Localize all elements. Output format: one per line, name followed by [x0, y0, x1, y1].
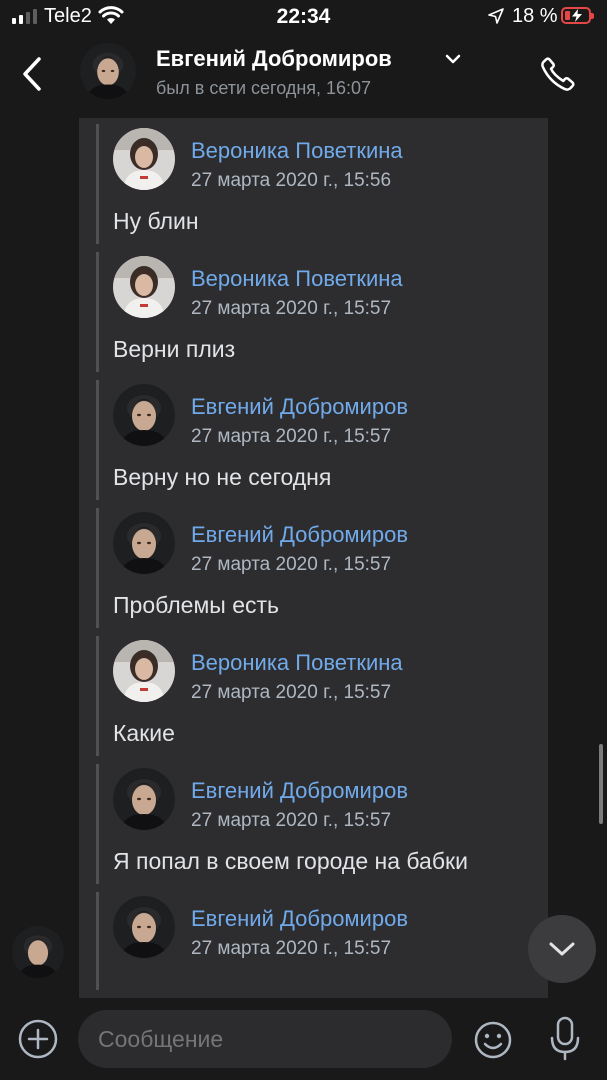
message-input[interactable] — [78, 1010, 452, 1068]
avatar[interactable] — [12, 926, 64, 978]
forwarded-message[interactable]: Евгений Добромиров 27 марта 2020 г., 15:5… — [96, 764, 548, 884]
message-header: Евгений Добромиров 27 марта 2020 г., 15:5… — [113, 380, 548, 448]
avatar[interactable] — [113, 512, 175, 574]
online-status: был в сети сегодня, 16:07 — [156, 78, 372, 98]
message-text: Верну но не сегодня — [113, 464, 332, 490]
forwarded-messages[interactable]: Вероника Поветкина 27 марта 2020 г., 15:5… — [79, 118, 548, 998]
battery-icon — [561, 7, 594, 24]
avatar[interactable] — [113, 896, 175, 958]
avatar[interactable] — [113, 768, 175, 830]
message-header: Вероника Поветкина 27 марта 2020 г., 15:5… — [113, 124, 548, 192]
forwarded-message[interactable]: Евгений Добромиров 27 марта 2020 г., 15:5… — [96, 380, 548, 500]
author-link[interactable]: Евгений Добромиров — [191, 778, 408, 804]
message-text: Проблемы есть — [113, 592, 280, 618]
avatar[interactable] — [80, 43, 136, 99]
back-button[interactable] — [12, 54, 52, 94]
message-date: 27 марта 2020 г., 15:57 — [191, 298, 392, 319]
smile-icon — [474, 1021, 512, 1059]
call-button[interactable] — [536, 52, 580, 96]
message-header: Евгений Добромиров 27 марта 2020 г., 15:5… — [113, 764, 548, 832]
message-date: 27 марта 2020 г., 15:57 — [191, 938, 392, 959]
forwarded-message[interactable]: Вероника Поветкина 27 марта 2020 г., 15:5… — [96, 636, 548, 756]
mic-icon — [550, 1016, 580, 1061]
avatar[interactable] — [113, 384, 175, 446]
message-date: 27 марта 2020 г., 15:57 — [191, 810, 392, 831]
attach-button[interactable] — [17, 1018, 59, 1060]
message-header: Вероника Поветкина 27 марта 2020 г., 15:5… — [113, 252, 548, 320]
forwarded-message[interactable]: Евгений Добромиров 27 марта 2020 г., 15:5… — [96, 892, 548, 990]
message-date: 27 марта 2020 г., 15:57 — [191, 554, 392, 575]
chat-title[interactable]: Евгений Добромиров — [156, 46, 392, 72]
author-link[interactable]: Евгений Добромиров — [191, 906, 408, 932]
author-link[interactable]: Вероника Поветкина — [191, 650, 403, 676]
message-text: Ну блин — [113, 208, 199, 234]
arrow-down-icon — [549, 942, 575, 956]
author-link[interactable]: Вероника Поветкина — [191, 266, 403, 292]
location-arrow-icon — [488, 8, 504, 29]
avatar[interactable] — [113, 640, 175, 702]
message-date: 27 марта 2020 г., 15:57 — [191, 682, 392, 703]
author-link[interactable]: Вероника Поветкина — [191, 138, 403, 164]
battery-percent: 18 % — [512, 5, 558, 27]
composer — [0, 1008, 607, 1080]
message-list[interactable]: Вероника Поветкина 27 марта 2020 г., 15:5… — [0, 114, 607, 1010]
voice-message-button[interactable] — [549, 1016, 581, 1062]
message-text: Верни плиз — [113, 336, 236, 362]
emoji-button[interactable] — [473, 1020, 513, 1060]
back-icon — [23, 57, 41, 91]
forwarded-message[interactable]: Вероника Поветкина 27 марта 2020 г., 15:5… — [96, 252, 548, 372]
phone-icon — [541, 57, 575, 91]
forwarded-message[interactable]: Вероника Поветкина 27 марта 2020 г., 15:5… — [96, 124, 548, 244]
scroll-down-button[interactable] — [528, 915, 596, 983]
forwarded-message[interactable]: Евгений Добромиров 27 марта 2020 г., 15:5… — [96, 508, 548, 628]
author-link[interactable]: Евгений Добромиров — [191, 394, 408, 420]
message-header: Вероника Поветкина 27 марта 2020 г., 15:5… — [113, 636, 548, 704]
avatar[interactable] — [113, 128, 175, 190]
chat-header: Евгений Добромиров был в сети сегодня, 1… — [0, 34, 607, 114]
avatar[interactable] — [113, 256, 175, 318]
plus-icon — [18, 1019, 58, 1059]
author-link[interactable]: Евгений Добромиров — [191, 522, 408, 548]
message-text: Какие — [113, 720, 175, 746]
status-bar: Tele2 22:34 18 % — [0, 0, 607, 34]
message-date: 27 марта 2020 г., 15:57 — [191, 426, 392, 447]
message-date: 27 марта 2020 г., 15:56 — [191, 170, 392, 191]
message-header: Евгений Добромиров 27 марта 2020 г., 15:5… — [113, 892, 548, 960]
message-header: Евгений Добромиров 27 марта 2020 г., 15:5… — [113, 508, 548, 576]
message-text: Я попал в своем городе на бабки — [113, 848, 468, 874]
scrollbar[interactable] — [599, 744, 603, 824]
chevron-down-icon[interactable] — [444, 52, 462, 70]
